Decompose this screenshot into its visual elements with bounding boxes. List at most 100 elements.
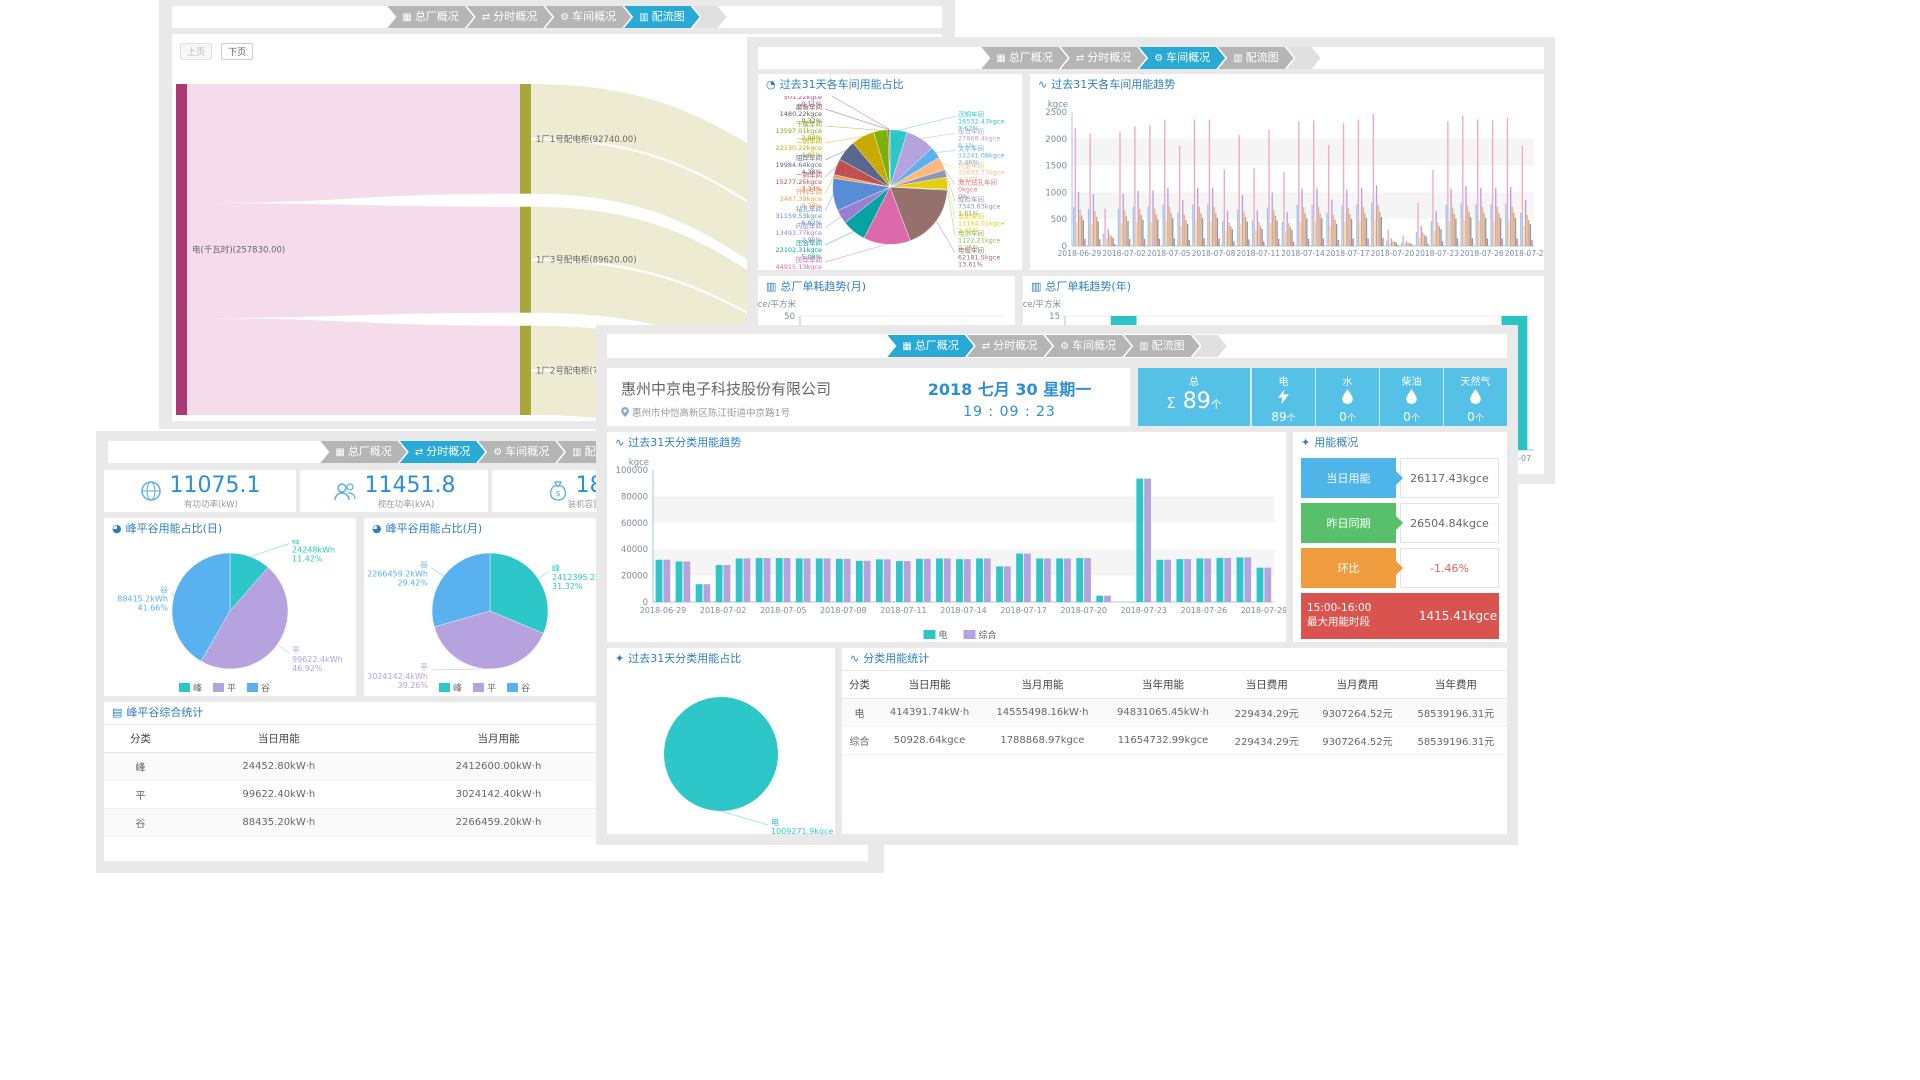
tab-label: 分时概况: [993, 339, 1037, 352]
gear-icon: ⚙: [560, 12, 569, 23]
pie-icon: ◕: [112, 522, 122, 535]
grid-icon: ▦: [335, 447, 344, 458]
tab-plant-overview[interactable]: ▦总厂概况: [981, 47, 1067, 69]
workshop-pie-chart: 包装车间501.22kgce0.11%磨板车间1480.22kgce0.32%干…: [758, 96, 1022, 270]
diesel-meters-tile: 柴油 0个: [1379, 368, 1443, 426]
lightning-icon: [1278, 389, 1289, 404]
table-header-cell: 当月用能: [982, 671, 1103, 699]
table-icon: ▤: [112, 706, 122, 719]
svg-text:20000: 20000: [621, 572, 648, 582]
tab-plant-overview[interactable]: ▦总厂概况: [387, 6, 473, 28]
swap-icon: ⇄: [482, 12, 490, 23]
chart-icon: ▥: [1139, 341, 1148, 352]
svg-text:2018-07-02: 2018-07-02: [1102, 249, 1146, 258]
diesel-drop-icon: [1406, 389, 1417, 404]
svg-text:电镀车间62181.5kgce13.61%: 电镀车间62181.5kgce13.61%: [958, 245, 1000, 268]
apparent-power-stat: 11451.8视在功率(kVA): [300, 470, 488, 512]
svg-text:kgce/平方米: kgce/平方米: [1023, 299, 1061, 310]
table-cell: 3024142.40kW·h: [381, 781, 617, 809]
tab-plant-overview[interactable]: ▦总厂概况: [320, 441, 406, 463]
tile-label: 柴油: [1380, 373, 1443, 388]
tab-flow-diagram[interactable]: ▥配流图: [624, 6, 699, 28]
category-trend-chart: 020000400006000080000100000kgce2018-06-2…: [607, 454, 1286, 642]
tab-workshop-overview[interactable]: ⚙车间概况: [478, 441, 564, 463]
row-label: 环比: [1301, 548, 1396, 588]
table-row: 综合50928.64kgce1788868.97kgce11654732.99k…: [842, 727, 1507, 755]
table-cell: 11654732.99kgce: [1103, 727, 1224, 755]
tile-value: 0: [1339, 410, 1347, 424]
tab-label: 分时概况: [1087, 51, 1131, 64]
row-label2: 最大用能时段: [1307, 616, 1417, 630]
trend-icon: ∿: [1038, 78, 1047, 91]
month-peak-pie-panel: ◕峰平谷用能占比(月) 谷2266459.2kWh29.42%平3024142.…: [364, 518, 616, 696]
tab-time-overview[interactable]: ⇄分时概况: [967, 335, 1052, 357]
svg-text:500: 500: [1051, 215, 1067, 225]
table-header-cell: 当月用能: [381, 725, 617, 753]
svg-text:谷: 谷: [521, 683, 530, 694]
gas-meters-tile: 天然气 0个: [1443, 368, 1507, 426]
table-cell: 电: [842, 699, 877, 727]
location-pin-icon: [621, 407, 629, 417]
svg-text:2018-07-23: 2018-07-23: [1121, 606, 1168, 615]
svg-text:2018-07-26: 2018-07-26: [1460, 249, 1504, 258]
tab-time-overview[interactable]: ⇄分时概况: [1061, 47, 1146, 69]
svg-text:2018-07-05: 2018-07-05: [760, 606, 807, 615]
svg-text:谷2266459.2kWh29.42%: 谷2266459.2kWh29.42%: [367, 561, 428, 588]
table-cell: 88435.20kW·h: [177, 809, 381, 837]
tab-label: 车间概况: [572, 10, 616, 23]
tab-workshop-overview[interactable]: ⚙车间概况: [1139, 47, 1225, 69]
tab-workshop-overview[interactable]: ⚙车间概况: [545, 6, 631, 28]
svg-text:80000: 80000: [621, 492, 648, 502]
active-power-stat: 11075.1有功功率(kW): [104, 470, 296, 512]
row-value: 26504.84kgce: [1400, 503, 1499, 543]
row-value: -1.46%: [1400, 548, 1499, 588]
category-table-panel: ∿分类用能统计 分类当日用能当月用能当年用能当日费用当月费用当年费用电41439…: [842, 648, 1507, 834]
ratio-row: 环比 -1.46%: [1301, 548, 1499, 588]
table-cell: 峰: [104, 753, 177, 781]
table-header-cell: 分类: [842, 671, 877, 699]
energy-icon: ✦: [1301, 436, 1310, 449]
company-info-card: 惠州中京电子科技股份有限公司 惠州市仲恺高新区陈江街道中京路1号 2018 七月…: [607, 368, 1130, 426]
svg-text:综合: 综合: [979, 629, 997, 641]
row-value: 26117.43kgce: [1400, 458, 1499, 498]
money-bag-icon: $: [548, 480, 568, 502]
plant-tab-bar: ▦总厂概况 ⇄分时概况 ⚙车间概况 ▥ 配流图: [607, 334, 1507, 358]
tab-flow-diagram[interactable]: ▥配流图: [1218, 47, 1293, 69]
tab-flow-diagram[interactable]: ▥ 配流图: [1124, 335, 1199, 357]
tile-label: 总: [1138, 373, 1250, 388]
tile-unit: 个: [1411, 414, 1420, 424]
swap-icon: ⇄: [982, 341, 990, 352]
table-cell: 14555498.16kW·h: [982, 699, 1103, 727]
company-name: 惠州中京电子科技股份有限公司: [621, 378, 831, 399]
tab-plant-overview[interactable]: ▦总厂概况: [887, 335, 973, 357]
tile-value: 0: [1403, 410, 1411, 424]
tab-workshop-overview[interactable]: ⚙车间概况: [1045, 335, 1131, 357]
water-drop-icon: [1342, 389, 1353, 404]
tile-value: 89: [1183, 389, 1211, 414]
tile-label: 水: [1316, 373, 1379, 388]
tab-time-overview[interactable]: ⇄分时概况: [400, 441, 485, 463]
tab-time-overview[interactable]: ⇄分时概况: [467, 6, 552, 28]
svg-text:谷88415.2kWh41.66%: 谷88415.2kWh41.66%: [117, 585, 168, 612]
svg-text:电1009271.9kgce100%: 电1009271.9kgce100%: [771, 817, 833, 834]
table-cell: 50928.64kgce: [877, 727, 982, 755]
panel-title: 总厂单耗趋势(月): [780, 280, 866, 293]
tab-label: 配流图: [652, 10, 685, 23]
table-cell: 9307264.52元: [1310, 699, 1405, 727]
svg-text:1厂3号配电柜(89620.00): 1厂3号配电柜(89620.00): [536, 255, 637, 266]
category-pie-chart: 电1009271.9kgce100%: [607, 670, 835, 834]
chart-icon: ▥: [1031, 280, 1041, 293]
current-date: 2018 七月 30 星期一: [902, 376, 1117, 400]
tab-label: 总厂概况: [915, 339, 959, 352]
chart-icon: ▥: [766, 280, 776, 293]
svg-text:$: $: [555, 489, 560, 498]
category-trend-panel: ∿过去31天分类用能趋势 020000400006000080000100000…: [607, 432, 1286, 642]
tab-label: 配流图: [1152, 339, 1185, 352]
day-peak-pie-chart: 谷88415.2kWh41.66%峰24248kWh11.42%平99622.4…: [104, 540, 356, 696]
row-label: 昨日同期: [1301, 503, 1396, 543]
svg-text:kgce: kgce: [1048, 100, 1068, 110]
table-cell: 414391.74kW·h: [877, 699, 982, 727]
svg-text:2018-07-08: 2018-07-08: [820, 606, 867, 615]
tile-unit: 个: [1287, 414, 1296, 424]
svg-text:平3024142.4kWh39.26%: 平3024142.4kWh39.26%: [367, 663, 428, 690]
